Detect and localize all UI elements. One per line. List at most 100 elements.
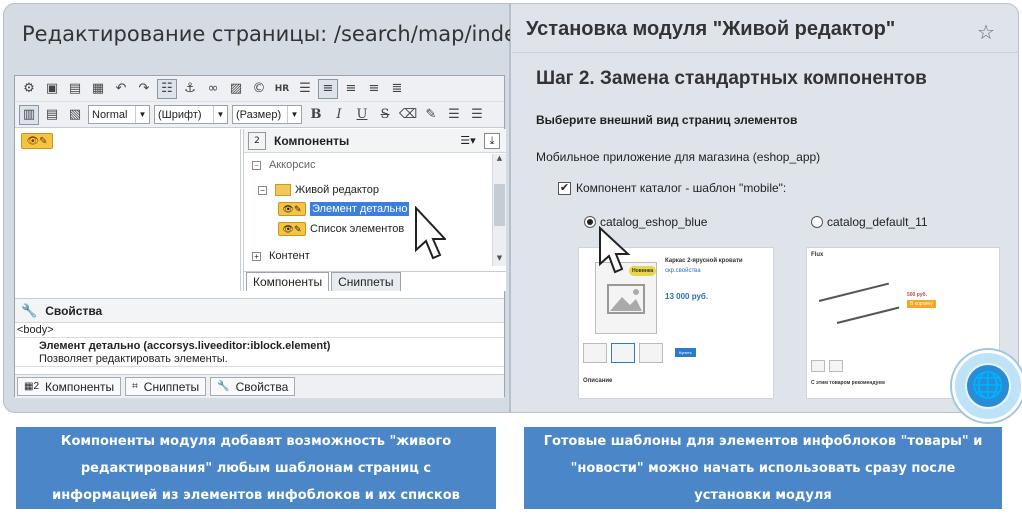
radio-catalog-default-11[interactable]: catalog_default_11 [811,215,928,229]
tree-item-label: Список элементов [310,223,405,235]
list-ordered-icon[interactable]: ☰ [444,105,464,125]
bottom-tab-properties[interactable]: 🔧 Свойства [210,377,296,396]
wrench-icon: 🔧 [217,381,230,392]
list-bullet-icon[interactable]: ☰ [467,105,487,125]
wrench-icon: 🔧 [21,302,38,318]
product-price: 500 руб. [907,292,927,298]
brush-icon[interactable]: ✎ [421,105,441,125]
properties-component-name: Элемент детально (accorsys.liveeditor:ib… [39,340,331,352]
scroll-up-icon[interactable]: ▲ [493,154,506,166]
choose-label: Выберите внешний вид страниц элементов [536,113,798,127]
toolbar-row-1: ⚙ ▣ ▤ ▦ ↶ ↷ ☷ ⚓ ∞ ▨ © HR ☰ ≡ ≡ ≡ ≣ [15,76,504,102]
align-right-icon[interactable]: ≡ [364,79,384,99]
tree-folder-live-editor[interactable]: − Живой редактор [258,184,379,196]
thumb-small [829,360,843,372]
save-icon[interactable]: ▤ [65,79,85,99]
properties-body: <body> Элемент детально (accorsys.liveed… [15,323,504,367]
tree-scrollbar[interactable]: ▲ ▼ [492,154,506,266]
tree-group-label: Аккорсис [269,159,316,171]
component-icon: 👁✎ [278,222,306,236]
anchor-icon[interactable]: ⚓ [180,79,200,99]
wysiwyg-mode-icon[interactable]: ▥ [19,104,39,125]
step-heading: Шаг 2. Замена стандартных компонентов [536,68,927,89]
code-mode-icon[interactable]: ▤ [42,105,62,125]
globe-icon: 🌐 [965,363,1011,409]
radio-selected-icon[interactable] [584,216,596,228]
tree-item-element-detail[interactable]: 👁✎ Элемент детально [278,202,410,216]
properties-description: Позволяет редактировать элементы. [15,352,504,367]
italic-button[interactable]: I [329,105,349,125]
components-tabs: Компоненты Сниппеты [244,271,506,291]
product-title: Каркас 2-ярусной кровати [665,258,743,264]
thumb-small [639,343,663,363]
bold-button[interactable]: B [306,105,326,125]
checkbox-checked-icon[interactable]: ✔ [558,181,571,195]
table-icon[interactable]: ☷ [157,78,177,99]
bottom-tab-components[interactable]: ▦2 Компоненты [17,377,122,396]
components-header: 2 Компоненты ☰▾ ⤓ [244,129,506,153]
template-icon[interactable]: ▦ [88,79,108,99]
justify-icon[interactable]: ≣ [387,79,407,99]
properties-header: 🔧 Свойства ☰▾ ⤓ [15,299,504,323]
split-mode-icon[interactable]: ▧ [65,105,85,125]
align-left-icon[interactable]: ≡ [318,78,338,99]
link-icon[interactable]: ∞ [203,79,223,99]
component-checkbox[interactable]: ✔ Компонент каталог - шаблон "mobile": [558,181,786,195]
star-icon[interactable]: ☆ [977,20,995,44]
bottom-tab-snippets[interactable]: ⌗ Сниппеты [125,377,207,396]
size-value: (Размер) [236,108,282,121]
tree-group-content[interactable]: + Контент [252,250,310,262]
app-label: Мобильное приложение для магазина (eshop… [536,150,821,164]
edit-area[interactable]: 👁✎ [15,129,241,291]
scroll-thumb[interactable] [494,184,505,226]
expand-icon[interactable]: + [252,251,261,261]
collapse-icon[interactable]: − [258,185,267,195]
image-icon[interactable]: ▨ [226,79,246,99]
settings-icon[interactable]: ⚙ [19,79,39,99]
chevron-down-icon: ▼ [213,106,227,123]
mouse-cursor-icon [599,226,631,274]
cart-button: В корзину [907,300,936,308]
eraser-icon[interactable]: ⌫ [398,105,418,125]
format-select[interactable]: Normal ▼ [88,105,150,124]
tree-folder-label: Живой редактор [295,184,379,196]
underline-button[interactable]: U [352,105,372,125]
editor-title: Редактирование страницы: /search/map/ind… [22,22,576,46]
component-icon: 👁✎ [278,202,306,216]
component-icon[interactable]: 👁✎ [21,133,53,149]
align-center-icon[interactable]: ≡ [341,79,361,99]
components-panel: 2 Компоненты ☰▾ ⤓ − Аккорсис − Живой ред… [243,129,506,291]
properties-title: Свойства [45,303,103,318]
caption-left: Компоненты модуля добавят возможность "ж… [16,427,496,509]
new-badge: Новинка [629,266,657,276]
shelf-bracket-image [818,282,890,302]
caption-line: "новости" можно начать использовать сраз… [570,461,956,476]
bottom-tabs: ▦2 Компоненты ⌗ Сниппеты 🔧 Свойства [15,374,504,398]
radio-unselected-icon[interactable] [811,216,823,228]
mouse-cursor-icon [415,206,446,260]
tab-snippets[interactable]: Сниппеты [331,272,401,291]
tree-group-label: Контент [269,250,310,262]
copyright-icon[interactable]: © [249,79,269,99]
tree-group-accorsys[interactable]: − Аккорсис [252,159,315,171]
scroll-down-icon[interactable]: ▼ [493,254,506,266]
caption-line: информацией из элементов инфоблоков и их… [52,488,460,503]
redo-icon[interactable]: ↷ [134,79,154,99]
undo-icon[interactable]: ↶ [111,79,131,99]
font-select[interactable]: (Шрифт) ▼ [154,105,228,124]
collapse-icon[interactable]: − [252,160,261,170]
tab-components[interactable]: Компоненты [246,272,330,291]
toolbar-row-2: ▥ ▤ ▧ Normal ▼ (Шрифт) ▼ (Размер) ▼ B I … [15,102,504,128]
page-break-icon[interactable]: ☰ [295,79,315,99]
hr-icon[interactable]: HR [272,79,292,99]
strike-button[interactable]: S [375,105,395,125]
recommend-heading: С этим товаром рекомендуем [811,380,885,386]
dock-icon[interactable]: ⤓ [484,132,500,149]
menu-icon[interactable]: ☰▾ [460,133,476,149]
tree-item-element-list[interactable]: 👁✎ Список элементов [278,222,404,236]
source-icon[interactable]: ▣ [42,79,62,99]
thumb-small [811,360,825,372]
size-select[interactable]: (Размер) ▼ [232,105,302,124]
bottom-tab-label: Свойства [235,379,289,394]
caption-right: Готовые шаблоны для элементов инфоблоков… [524,427,1002,509]
